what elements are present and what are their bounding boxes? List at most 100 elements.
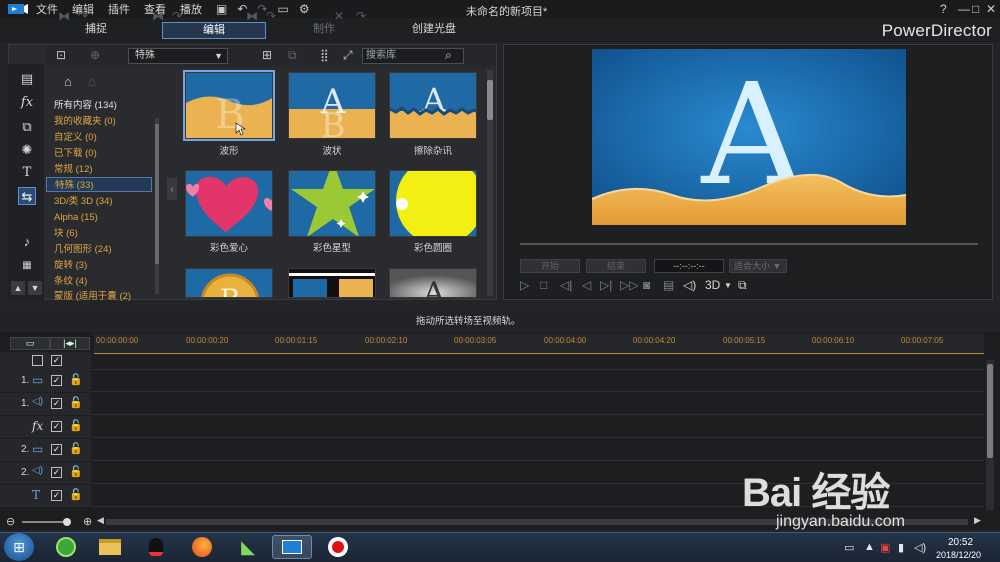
mark-out-button[interactable]: 结束	[586, 259, 646, 273]
transition-thumb-noise[interactable]: A	[389, 72, 477, 139]
add-to-timeline-icon[interactable]: ⊞	[262, 48, 272, 62]
tab-edit[interactable]: 编辑	[162, 22, 266, 39]
show-hidden-icons[interactable]: ▲	[864, 541, 875, 553]
tag-icon[interactable]: ⌂	[64, 74, 72, 89]
track-enable-checkbox[interactable]: ✓	[51, 421, 62, 432]
tab-produce[interactable]: 制作	[272, 22, 376, 39]
media-room-icon[interactable]: ▤	[18, 70, 36, 88]
cross-transition-icon[interactable]: ⧓	[152, 9, 164, 23]
next-frame-icon[interactable]: ▷|	[600, 278, 612, 292]
taskbar-recorder-icon[interactable]	[318, 535, 358, 559]
snapshot-icon[interactable]: ◙	[643, 278, 650, 292]
lock-icon[interactable]: 🔓	[69, 373, 83, 386]
rail-up-icon[interactable]: ▲	[11, 281, 25, 295]
category-general[interactable]: 常规 (12)	[54, 162, 93, 177]
transition-thumb-wave[interactable]: B	[183, 70, 275, 141]
timeline-vertical-scroll-thumb[interactable]	[987, 364, 993, 458]
timeline-view-button[interactable]: ▭	[10, 337, 50, 350]
zoom-in-icon[interactable]: ⊕	[83, 515, 92, 528]
scroll-right-icon[interactable]: ▶	[974, 515, 981, 526]
remove-tag-icon[interactable]: ⌂	[88, 74, 96, 89]
track-enable-checkbox[interactable]: ✓	[51, 444, 62, 455]
menu-file[interactable]: 文件	[36, 1, 58, 17]
lock-icon[interactable]: 🔓	[69, 442, 83, 455]
transition-room-icon[interactable]: ⇆	[18, 187, 36, 205]
save-icon[interactable]: ▣	[216, 2, 227, 16]
transition-thumb-hearts[interactable]	[185, 170, 273, 237]
zoom-slider-handle[interactable]	[63, 518, 71, 526]
duplicate-icon[interactable]: ⧉	[288, 48, 297, 63]
toggle-all-checkbox[interactable]	[32, 355, 43, 366]
category-rotation[interactable]: 旋转 (3)	[54, 258, 87, 273]
taskbar-clock-time[interactable]: 20:52	[948, 537, 973, 548]
link-icon[interactable]: ↷	[78, 9, 88, 23]
menu-plugins[interactable]: 插件	[108, 1, 130, 17]
thumbnail-scroll-thumb[interactable]	[487, 80, 493, 120]
zoom-slider-track[interactable]	[22, 521, 68, 523]
settings-gear-icon[interactable]: ⚙	[299, 2, 310, 16]
track-enable-checkbox[interactable]: ✓	[51, 375, 62, 386]
taskbar-powerdirector-icon[interactable]	[272, 535, 312, 559]
audio-mixing-icon[interactable]: ♪	[18, 233, 36, 251]
collapse-categories-icon[interactable]: ‹	[167, 178, 177, 200]
prefix-transition-icon[interactable]: ⧓	[58, 9, 70, 23]
aspect-ratio-icon[interactable]: ▭	[277, 2, 288, 16]
lock-icon[interactable]: 🔓	[69, 488, 83, 501]
category-alpha[interactable]: Alpha (15)	[54, 210, 98, 225]
transition-thumb-ripple[interactable]: A B	[288, 72, 376, 139]
pip-room-icon[interactable]: ⧉	[18, 118, 36, 136]
particle-room-icon[interactable]: ✺	[18, 141, 36, 159]
category-scroll-thumb[interactable]	[155, 124, 159, 264]
enable-all-checkbox[interactable]: ✓	[51, 355, 62, 366]
category-all[interactable]: 所有内容 (134)	[54, 98, 117, 113]
volume-icon[interactable]: ◁)	[683, 278, 696, 292]
tab-capture[interactable]: 捕捉	[44, 22, 148, 39]
help-button[interactable]: ?	[940, 2, 947, 16]
category-downloaded[interactable]: 已下载 (0)	[54, 146, 97, 161]
taskbar-media-icon[interactable]: ◣	[228, 535, 268, 559]
track-enable-checkbox[interactable]: ✓	[51, 490, 62, 501]
network-tray-icon[interactable]: ▮	[898, 541, 904, 554]
subtitle-icon[interactable]: ▤	[663, 278, 674, 292]
undock-preview-icon[interactable]: ⧉	[738, 278, 747, 293]
link-icon[interactable]: ↷	[172, 9, 182, 23]
volume-tray-icon[interactable]: ◁)	[914, 541, 926, 554]
lock-icon[interactable]: 🔓	[69, 419, 83, 432]
lock-icon[interactable]: 🔓	[69, 396, 83, 409]
menu-play[interactable]: 播放	[180, 1, 202, 17]
previous-frame-icon[interactable]: ◁|	[560, 278, 572, 292]
3d-mode-button[interactable]: 3D	[705, 278, 720, 292]
import-media-icon[interactable]: ⊡	[56, 48, 66, 62]
grid-view-icon[interactable]: ⣿	[320, 48, 329, 62]
fit-size-dropdown[interactable]: 适合大小 ▼	[729, 259, 787, 273]
mark-in-button[interactable]: 开始	[520, 259, 580, 273]
track-enable-checkbox[interactable]: ✓	[51, 467, 62, 478]
title-room-icon[interactable]: T	[18, 164, 36, 182]
taskbar-explorer-icon[interactable]	[90, 535, 130, 559]
scroll-left-icon[interactable]: ◀	[97, 515, 104, 526]
rewind-icon[interactable]: ◁	[582, 278, 591, 292]
overlap-transition-icon[interactable]: ✕	[334, 9, 344, 23]
maximize-button[interactable]: □	[972, 2, 979, 16]
transition-thumb-coin[interactable]: B	[185, 268, 273, 298]
chapter-room-icon[interactable]: ▦	[18, 257, 36, 275]
minimize-button[interactable]: —	[958, 2, 970, 16]
start-button[interactable]: ⊞	[4, 533, 34, 561]
category-stripe[interactable]: 条纹 (4)	[54, 274, 87, 289]
category-3d[interactable]: 3D/类 3D (34)	[54, 194, 113, 209]
tab-create-disc[interactable]: 创建光盘	[382, 22, 486, 39]
stop-icon[interactable]: □	[540, 278, 547, 292]
timecode-display[interactable]: --:--:--:--	[654, 259, 724, 273]
transition-thumb-film[interactable]	[288, 268, 376, 298]
preview-progress-bar[interactable]	[520, 243, 978, 245]
fit-timeline-button[interactable]: |◂▸|	[50, 337, 90, 350]
close-button[interactable]: ✕	[986, 2, 996, 16]
lock-icon[interactable]: 🔓	[69, 465, 83, 478]
security-tray-icon[interactable]: ▣	[880, 541, 890, 554]
3d-dropdown-icon[interactable]: ▼	[724, 281, 732, 290]
taskbar-app-360-icon[interactable]	[46, 535, 86, 559]
category-geometric[interactable]: 几何图形 (24)	[54, 242, 112, 257]
link-icon[interactable]: ↷	[266, 9, 276, 23]
taskbar-qq-icon[interactable]	[136, 535, 176, 559]
category-dropdown[interactable]: 特殊 ▼	[128, 48, 228, 64]
